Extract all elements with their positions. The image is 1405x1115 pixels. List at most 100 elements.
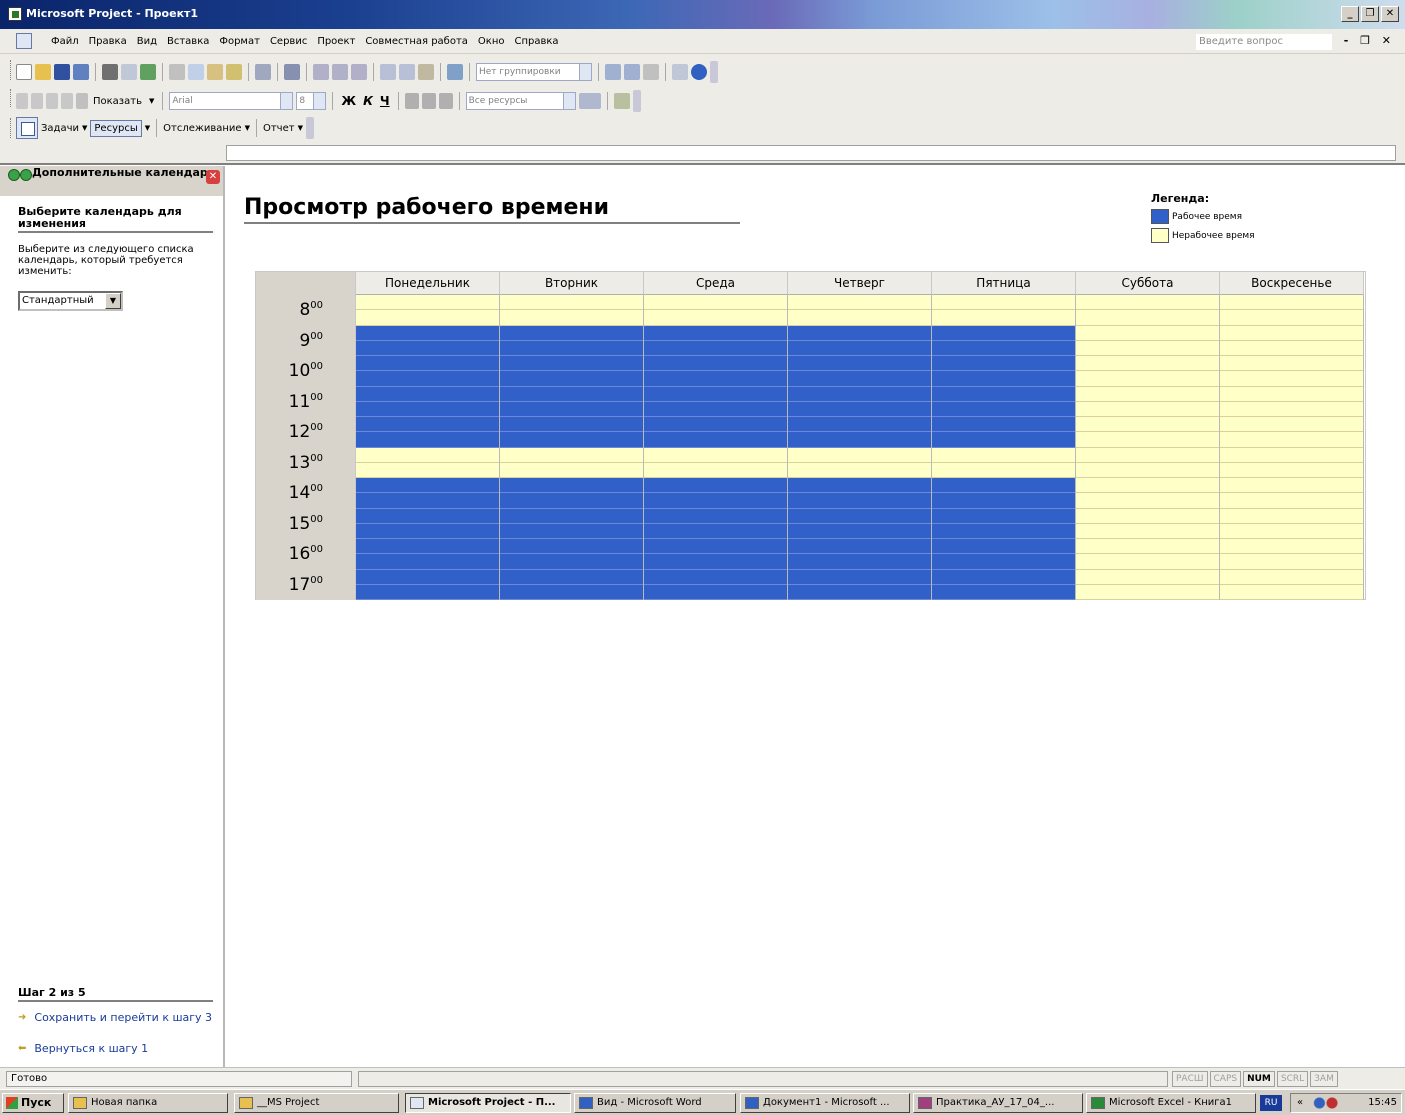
- working-time-slot[interactable]: [644, 508, 787, 524]
- menu-item-1[interactable]: Правка: [84, 35, 132, 49]
- menu-item-7[interactable]: Совместная работа: [360, 35, 473, 49]
- menu-item-4[interactable]: Формат: [214, 35, 265, 49]
- nonworking-time-slot[interactable]: [1220, 310, 1363, 326]
- toolbar-grip[interactable]: [10, 118, 13, 138]
- nonworking-time-slot[interactable]: [1076, 371, 1219, 387]
- working-time-slot[interactable]: [356, 356, 499, 372]
- autofilter-icon[interactable]: [578, 93, 601, 109]
- tracking-guide-button[interactable]: Отслеживание ▼: [163, 123, 250, 134]
- nonworking-time-slot[interactable]: [356, 295, 499, 311]
- nonworking-time-slot[interactable]: [1076, 493, 1219, 509]
- working-time-slot[interactable]: [500, 523, 643, 539]
- nonworking-time-slot[interactable]: [788, 462, 931, 478]
- nonworking-time-slot[interactable]: [1076, 447, 1219, 463]
- nonworking-time-slot[interactable]: [1220, 462, 1363, 478]
- nonworking-time-slot[interactable]: [1076, 478, 1219, 494]
- working-time-slot[interactable]: [500, 371, 643, 387]
- back-to-step-link[interactable]: ⬅ Вернуться к шагу 1: [18, 1043, 213, 1055]
- working-time-slot[interactable]: [644, 584, 787, 600]
- working-time-slot[interactable]: [932, 569, 1075, 585]
- nonworking-time-slot[interactable]: [644, 462, 787, 478]
- close-button[interactable]: ✕: [1381, 6, 1399, 22]
- link-tasks-icon[interactable]: [313, 64, 329, 80]
- nonworking-time-slot[interactable]: [1076, 325, 1219, 341]
- paste-icon[interactable]: [207, 64, 223, 80]
- working-time-slot[interactable]: [932, 401, 1075, 417]
- day-column[interactable]: [1220, 295, 1364, 600]
- taskbar-button[interactable]: Вид - Microsoft Word: [574, 1093, 736, 1113]
- working-time-slot[interactable]: [644, 432, 787, 448]
- working-time-slot[interactable]: [356, 386, 499, 402]
- unlink-tasks-icon[interactable]: [332, 64, 348, 80]
- working-time-slot[interactable]: [788, 584, 931, 600]
- forward-arrow-icon[interactable]: [20, 169, 32, 181]
- working-time-slot[interactable]: [788, 371, 931, 387]
- nonworking-time-slot[interactable]: [1076, 417, 1219, 433]
- task-information-icon[interactable]: [380, 64, 396, 80]
- toolbar-options-icon[interactable]: [305, 117, 314, 139]
- working-time-slot[interactable]: [932, 493, 1075, 509]
- nonworking-time-slot[interactable]: [1220, 386, 1363, 402]
- nonworking-time-slot[interactable]: [1220, 432, 1363, 448]
- working-time-slot[interactable]: [500, 539, 643, 555]
- working-time-slot[interactable]: [356, 539, 499, 555]
- working-time-slot[interactable]: [788, 417, 931, 433]
- nonworking-time-slot[interactable]: [1220, 584, 1363, 600]
- nonworking-time-slot[interactable]: [1220, 401, 1363, 417]
- working-time-slot[interactable]: [644, 478, 787, 494]
- day-column[interactable]: [1076, 295, 1220, 600]
- nonworking-time-slot[interactable]: [1076, 462, 1219, 478]
- nonworking-time-slot[interactable]: [1076, 401, 1219, 417]
- nonworking-time-slot[interactable]: [1220, 508, 1363, 524]
- working-time-slot[interactable]: [644, 401, 787, 417]
- working-time-slot[interactable]: [788, 356, 931, 372]
- align-right-icon[interactable]: [438, 93, 453, 109]
- working-time-slot[interactable]: [356, 401, 499, 417]
- nonworking-time-slot[interactable]: [1076, 295, 1219, 311]
- split-task-icon[interactable]: [351, 64, 367, 80]
- show-outline-icon[interactable]: [76, 93, 88, 109]
- taskbar-button[interactable]: Microsoft Project - П...: [405, 1093, 571, 1113]
- resources-guide-button[interactable]: Ресурсы ▼: [90, 119, 150, 137]
- taskbar-button[interactable]: Практика_АУ_17_04_...: [913, 1093, 1083, 1113]
- working-time-slot[interactable]: [356, 371, 499, 387]
- working-time-slot[interactable]: [356, 493, 499, 509]
- working-time-slot[interactable]: [788, 386, 931, 402]
- working-time-slot[interactable]: [500, 356, 643, 372]
- nonworking-time-slot[interactable]: [644, 295, 787, 311]
- working-time-slot[interactable]: [932, 325, 1075, 341]
- working-time-slot[interactable]: [356, 432, 499, 448]
- help-search-input[interactable]: Введите вопрос: [1196, 34, 1332, 50]
- document-icon[interactable]: [16, 33, 32, 49]
- menu-item-8[interactable]: Окно: [473, 35, 510, 49]
- nonworking-time-slot[interactable]: [1220, 340, 1363, 356]
- nonworking-time-slot[interactable]: [932, 295, 1075, 311]
- working-time-slot[interactable]: [644, 417, 787, 433]
- working-time-slot[interactable]: [644, 356, 787, 372]
- menu-item-3[interactable]: Вставка: [162, 35, 214, 49]
- working-time-slot[interactable]: [500, 340, 643, 356]
- working-time-slot[interactable]: [788, 523, 931, 539]
- working-time-slot[interactable]: [932, 539, 1075, 555]
- restore-button[interactable]: ❐: [1361, 6, 1379, 22]
- working-time-slot[interactable]: [644, 371, 787, 387]
- nonworking-time-slot[interactable]: [1076, 432, 1219, 448]
- resource-filter-select[interactable]: Все ресурсы: [465, 92, 576, 110]
- taskbar-button[interactable]: Новая папка: [68, 1093, 228, 1113]
- working-time-slot[interactable]: [788, 539, 931, 555]
- print-preview-icon[interactable]: [121, 64, 137, 80]
- nonworking-time-slot[interactable]: [1220, 295, 1363, 311]
- menu-item-2[interactable]: Вид: [132, 35, 162, 49]
- nonworking-time-slot[interactable]: [1220, 371, 1363, 387]
- working-time-slot[interactable]: [356, 417, 499, 433]
- print-icon[interactable]: [102, 64, 118, 80]
- menu-item-0[interactable]: Файл: [46, 35, 84, 49]
- working-time-slot[interactable]: [356, 508, 499, 524]
- nonworking-time-slot[interactable]: [356, 447, 499, 463]
- nonworking-time-slot[interactable]: [788, 310, 931, 326]
- nonworking-time-slot[interactable]: [1076, 569, 1219, 585]
- nonworking-time-slot[interactable]: [356, 462, 499, 478]
- save-icon[interactable]: [54, 64, 70, 80]
- working-time-slot[interactable]: [356, 584, 499, 600]
- working-time-slot[interactable]: [500, 584, 643, 600]
